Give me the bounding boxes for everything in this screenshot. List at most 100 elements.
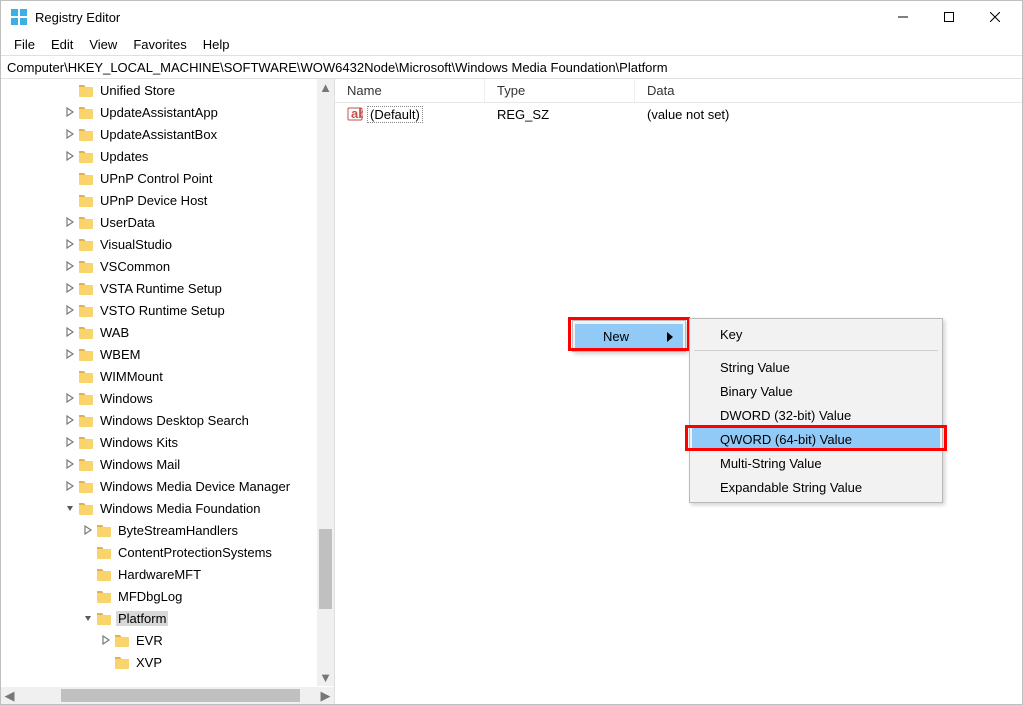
expander-closed-icon[interactable]	[63, 259, 77, 273]
tree-node[interactable]: Platform	[1, 607, 334, 629]
tree-node-label: Windows	[98, 391, 155, 406]
menu-item-qword-value[interactable]: QWORD (64-bit) Value	[692, 427, 940, 451]
tree-node[interactable]: ByteStreamHandlers	[1, 519, 334, 541]
tree-node[interactable]: Windows Media Foundation	[1, 497, 334, 519]
col-data[interactable]: Data	[635, 79, 1022, 102]
tree-vscrollbar[interactable]: ▲ ▼	[317, 79, 334, 686]
address-bar[interactable]: Computer\HKEY_LOCAL_MACHINE\SOFTWARE\WOW…	[1, 55, 1022, 79]
tree-vscroll-thumb[interactable]	[319, 529, 332, 609]
menu-favorites[interactable]: Favorites	[126, 35, 193, 54]
tree-node[interactable]: HardwareMFT	[1, 563, 334, 585]
expander-closed-icon[interactable]	[63, 457, 77, 471]
expander-closed-icon[interactable]	[63, 347, 77, 361]
col-name[interactable]: Name	[335, 79, 485, 102]
tree-node[interactable]: VSTO Runtime Setup	[1, 299, 334, 321]
expander-closed-icon[interactable]	[63, 215, 77, 229]
menu-item-expandable-string-value[interactable]: Expandable String Value	[692, 475, 940, 499]
tree-node[interactable]: VSCommon	[1, 255, 334, 277]
col-type[interactable]: Type	[485, 79, 635, 102]
tree-node[interactable]: XVP	[1, 651, 334, 673]
tree-node-label: VSTA Runtime Setup	[98, 281, 224, 296]
expander-closed-icon[interactable]	[63, 237, 77, 251]
tree-node-label: Windows Desktop Search	[98, 413, 251, 428]
tree-node[interactable]: Updates	[1, 145, 334, 167]
menu-help[interactable]: Help	[196, 35, 237, 54]
menu-item-key[interactable]: Key	[692, 322, 940, 346]
tree-hscroll-thumb[interactable]	[61, 689, 300, 702]
tree-node[interactable]: UPnP Device Host	[1, 189, 334, 211]
scroll-up-arrow-icon[interactable]: ▲	[317, 79, 334, 96]
expander-closed-icon[interactable]	[63, 127, 77, 141]
tree-node-label: Windows Mail	[98, 457, 182, 472]
expander-closed-icon[interactable]	[63, 281, 77, 295]
expander-closed-icon[interactable]	[63, 479, 77, 493]
tree-node[interactable]: Windows Desktop Search	[1, 409, 334, 431]
folder-icon	[78, 347, 94, 361]
string-value-icon: ab	[347, 106, 363, 122]
tree-node[interactable]: UpdateAssistantApp	[1, 101, 334, 123]
close-button[interactable]	[972, 1, 1018, 33]
expander-closed-icon[interactable]	[63, 413, 77, 427]
folder-icon	[78, 303, 94, 317]
window-title: Registry Editor	[35, 10, 880, 25]
tree-node-label: UpdateAssistantApp	[98, 105, 220, 120]
tree-node-label: UpdateAssistantBox	[98, 127, 219, 142]
tree-node[interactable]: EVR	[1, 629, 334, 651]
tree-node[interactable]: WAB	[1, 321, 334, 343]
expander-closed-icon[interactable]	[63, 105, 77, 119]
list-pane[interactable]: Name Type Data ab (Default) REG_SZ (valu…	[335, 79, 1022, 704]
tree-node[interactable]: Windows Media Device Manager	[1, 475, 334, 497]
folder-icon	[78, 83, 94, 97]
folder-icon	[78, 215, 94, 229]
menu-item-binary-value[interactable]: Binary Value	[692, 379, 940, 403]
svg-text:ab: ab	[351, 106, 363, 121]
minimize-button[interactable]	[880, 1, 926, 33]
menu-view[interactable]: View	[82, 35, 124, 54]
expander-closed-icon[interactable]	[99, 633, 113, 647]
tree-node[interactable]: UserData	[1, 211, 334, 233]
tree[interactable]: Unified Store UpdateAssistantApp UpdateAss…	[1, 79, 334, 686]
menu-item-dword-value[interactable]: DWORD (32-bit) Value	[692, 403, 940, 427]
tree-node[interactable]: Unified Store	[1, 79, 334, 101]
folder-icon	[78, 149, 94, 163]
tree-node-label: XVP	[134, 655, 164, 670]
tree-node-label: ByteStreamHandlers	[116, 523, 240, 538]
tree-node[interactable]: ContentProtectionSystems	[1, 541, 334, 563]
scroll-down-arrow-icon[interactable]: ▼	[317, 669, 334, 686]
expander-closed-icon[interactable]	[63, 391, 77, 405]
tree-node-label: WIMMount	[98, 369, 165, 384]
window: Registry Editor File Edit View Favorites…	[0, 0, 1023, 705]
menu-edit[interactable]: Edit	[44, 35, 80, 54]
expander-closed-icon[interactable]	[63, 149, 77, 163]
expander-closed-icon[interactable]	[63, 303, 77, 317]
scroll-left-arrow-icon[interactable]: ◀	[1, 687, 18, 704]
menu-file[interactable]: File	[7, 35, 42, 54]
tree-node[interactable]: UpdateAssistantBox	[1, 123, 334, 145]
tree-node[interactable]: WIMMount	[1, 365, 334, 387]
expander-open-icon[interactable]	[63, 501, 77, 515]
list-row[interactable]: ab (Default) REG_SZ (value not set)	[335, 103, 1022, 125]
expander-closed-icon[interactable]	[63, 435, 77, 449]
menu-item-multistring-value[interactable]: Multi-String Value	[692, 451, 940, 475]
menu-item-new[interactable]: New	[575, 324, 683, 348]
tree-node[interactable]: Windows Mail	[1, 453, 334, 475]
tree-node-label: WAB	[98, 325, 131, 340]
tree-node[interactable]: WBEM	[1, 343, 334, 365]
main: Unified Store UpdateAssistantApp UpdateAss…	[1, 79, 1022, 704]
expander-closed-icon[interactable]	[63, 325, 77, 339]
tree-node[interactable]: Windows Kits	[1, 431, 334, 453]
tree-node[interactable]: VSTA Runtime Setup	[1, 277, 334, 299]
expander-closed-icon[interactable]	[81, 523, 95, 537]
scroll-right-arrow-icon[interactable]: ▶	[317, 687, 334, 704]
tree-node[interactable]: MFDbgLog	[1, 585, 334, 607]
tree-node[interactable]: Windows	[1, 387, 334, 409]
folder-icon	[96, 589, 112, 603]
tree-hscrollbar[interactable]: ◀ ▶	[1, 687, 334, 704]
expander-open-icon[interactable]	[81, 611, 95, 625]
folder-icon	[78, 479, 94, 493]
tree-node[interactable]: VisualStudio	[1, 233, 334, 255]
maximize-button[interactable]	[926, 1, 972, 33]
tree-node[interactable]: UPnP Control Point	[1, 167, 334, 189]
menu-item-string-value[interactable]: String Value	[692, 355, 940, 379]
tree-node-label: EVR	[134, 633, 165, 648]
